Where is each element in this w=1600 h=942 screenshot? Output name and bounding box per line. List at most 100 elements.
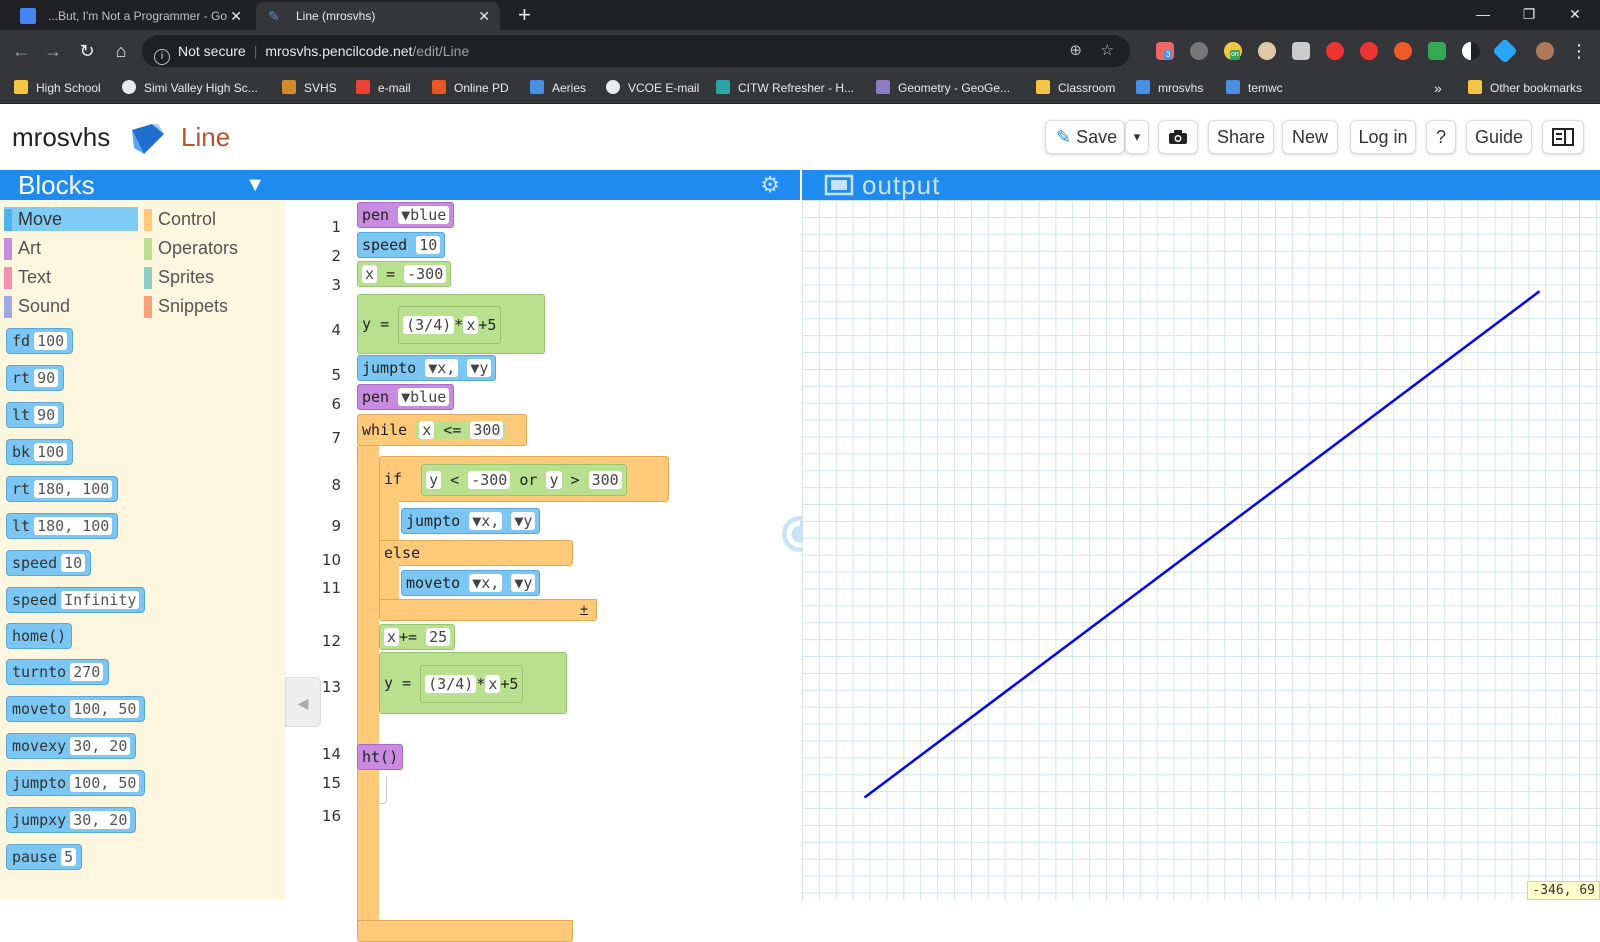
bookmark-item[interactable]: temwc (1226, 72, 1283, 104)
code-block-if[interactable]: if y < -300 or y > 300 (379, 456, 669, 502)
code-block-jumpto[interactable]: jumpto ▼x, ▼y (357, 355, 497, 381)
layout-toggle-button[interactable] (1542, 120, 1584, 154)
extension-icon[interactable] (1428, 42, 1446, 60)
block-fd[interactable]: fd 100 (6, 328, 74, 354)
info-icon[interactable]: i (154, 49, 170, 65)
back-icon[interactable]: ← (8, 38, 34, 64)
category-control[interactable]: Control (144, 207, 278, 231)
block-rt-arc[interactable]: rt 180, 100 (6, 476, 119, 502)
extension-icon[interactable] (1492, 38, 1518, 64)
code-block-jumpto[interactable]: jumpto ▼x, ▼y (401, 508, 541, 534)
forward-icon[interactable]: → (40, 38, 66, 64)
fraction-field[interactable]: (3/4) (425, 674, 477, 693)
variable-field[interactable]: x (485, 674, 501, 693)
extension-icon[interactable] (1190, 42, 1208, 60)
condition-block[interactable]: x <= 300 (416, 421, 507, 439)
block-home[interactable]: home() (6, 623, 73, 649)
block-jumpxy[interactable]: jumpxy 30, 20 (6, 807, 137, 833)
url-bar[interactable]: i Not secure | mrosvhs.pencilcode.net/edit/… (142, 35, 1130, 67)
zoom-icon[interactable]: ⊕ (1069, 35, 1082, 67)
close-window-button[interactable]: ✕ (1552, 0, 1598, 28)
code-block-speed[interactable]: speed 10 (357, 232, 446, 258)
home-icon[interactable]: ⌂ (108, 38, 134, 64)
bookmark-item[interactable]: mrosvhs (1136, 72, 1203, 104)
category-art[interactable]: Art (4, 236, 138, 260)
block-speed-infinity[interactable]: speed Infinity (6, 587, 146, 613)
collapse-triangle-icon[interactable]: ▼ (245, 170, 265, 200)
block-lt[interactable]: lt 90 (6, 402, 65, 428)
extension-icon[interactable] (1360, 42, 1378, 60)
block-lt-arc[interactable]: lt 180, 100 (6, 513, 119, 539)
code-block-assign-y[interactable]: y = (3/4) * x +5 (357, 294, 545, 354)
bookmark-item[interactable]: Classroom (1036, 72, 1115, 104)
color-dropdown[interactable]: ▼blue (398, 388, 450, 406)
x-dropdown[interactable]: ▼x, (425, 359, 459, 377)
code-block-else[interactable]: else (379, 540, 573, 566)
code-block-while[interactable]: while x <= 300 (357, 414, 527, 446)
gear-icon[interactable]: ⚙ (760, 170, 780, 200)
variable-field[interactable]: x (384, 628, 400, 646)
reload-icon[interactable]: ↻ (74, 38, 100, 64)
y-dropdown[interactable]: ▼y (511, 512, 536, 530)
category-operators[interactable]: Operators (144, 236, 278, 260)
block-movexy[interactable]: movexy 30, 20 (6, 733, 137, 759)
block-moveto[interactable]: moveto 100, 50 (6, 696, 146, 722)
variable-field[interactable]: x (463, 315, 479, 334)
extension-icon[interactable] (1258, 42, 1276, 60)
block-code-editor[interactable]: pen ▼blue speed 10 x = -300 y = (3/4) * x +… (355, 200, 800, 942)
bookmark-star-icon[interactable]: ☆ (1101, 35, 1114, 67)
blocks-panel-header[interactable]: Blocks ▼ (0, 170, 285, 200)
login-button[interactable]: Log in (1350, 120, 1416, 154)
code-block-assign-x[interactable]: x = -300 (357, 261, 452, 287)
extension-icon[interactable] (1326, 42, 1344, 60)
bookmark-item[interactable]: e-mail (356, 72, 411, 104)
minimize-button[interactable]: — (1460, 0, 1506, 28)
block-pause[interactable]: pause 5 (6, 844, 83, 870)
bookmark-item[interactable]: Other bookmarks (1468, 72, 1582, 104)
menu-icon[interactable]: ⋮ (1566, 38, 1592, 64)
code-block-pen[interactable]: pen ▼blue (357, 202, 455, 228)
extension-icon[interactable]: on (1224, 42, 1242, 60)
collapse-palette-tab[interactable]: ◀ (285, 677, 321, 727)
share-button[interactable]: Share (1208, 120, 1274, 154)
new-button[interactable]: New (1282, 120, 1338, 154)
extension-icon[interactable] (1394, 42, 1412, 60)
block-speed[interactable]: speed 10 (6, 550, 92, 576)
add-else-button[interactable]: + (580, 602, 588, 617)
close-icon[interactable]: ✕ (230, 2, 242, 30)
x-dropdown[interactable]: ▼x, (469, 574, 503, 592)
extension-icon[interactable] (1292, 42, 1310, 60)
screenshot-button[interactable] (1158, 120, 1198, 154)
avatar[interactable] (1536, 42, 1554, 60)
x-dropdown[interactable]: ▼x, (469, 512, 503, 530)
expression-block[interactable]: (3/4) * x +5 (398, 305, 502, 344)
bookmark-item[interactable]: SVHS (282, 72, 337, 104)
browser-tab-line[interactable]: ✎ Line (mrosvhs) ✕ (256, 2, 500, 30)
category-text[interactable]: Text (4, 265, 138, 289)
browser-tab-docs[interactable]: ...But, I'm Not a Programmer - Go ✕ (8, 2, 252, 30)
new-tab-button[interactable]: + (518, 0, 531, 30)
variable-field[interactable]: x (419, 421, 435, 439)
block-jumpto[interactable]: jumpto 100, 50 (6, 770, 146, 796)
code-block-increment[interactable]: x += 25 (379, 624, 456, 650)
code-block-pen[interactable]: pen ▼blue (357, 384, 455, 410)
value-field[interactable]: 300 (588, 470, 622, 489)
value-field[interactable]: -300 (468, 470, 511, 489)
save-menu-button[interactable]: ▾ (1125, 120, 1149, 154)
fraction-field[interactable]: (3/4) (403, 315, 455, 334)
bookmark-item[interactable]: High School (14, 72, 101, 104)
brand-name[interactable]: mrosvhs (12, 122, 110, 153)
category-sprites[interactable]: Sprites (144, 265, 278, 289)
variable-field[interactable]: x (362, 265, 378, 283)
variable-field[interactable]: y (546, 470, 562, 489)
extension-icon[interactable]: 3 (1156, 42, 1174, 60)
category-move[interactable]: Move (4, 207, 138, 231)
output-canvas[interactable]: -346, 69 (802, 200, 1600, 900)
extension-icon[interactable] (1462, 42, 1480, 60)
category-snippets[interactable]: Snippets (144, 294, 278, 318)
y-dropdown[interactable]: ▼y (467, 359, 492, 377)
expression-block[interactable]: (3/4) * x +5 (420, 664, 524, 703)
value-field[interactable]: 300 (470, 421, 504, 439)
y-dropdown[interactable]: ▼y (511, 574, 536, 592)
bookmark-item[interactable]: CITW Refresher - H... (716, 72, 854, 104)
